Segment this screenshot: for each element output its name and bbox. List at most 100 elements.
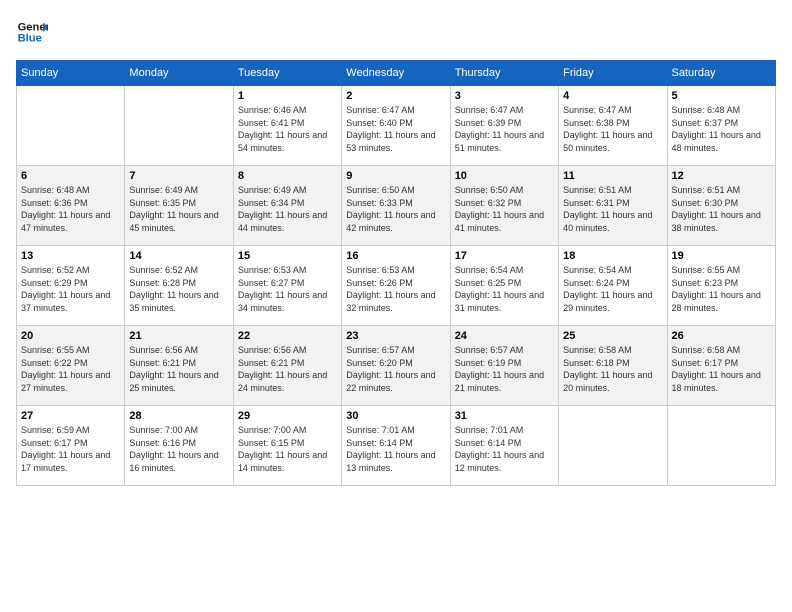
logo: General Blue — [16, 16, 48, 48]
day-number: 30 — [346, 410, 445, 422]
day-info: Sunrise: 6:46 AM Sunset: 6:41 PM Dayligh… — [238, 104, 337, 154]
day-number: 20 — [21, 330, 120, 342]
day-number: 28 — [129, 410, 228, 422]
weekday-header-row: SundayMondayTuesdayWednesdayThursdayFrid… — [17, 61, 776, 86]
calendar-day-cell — [667, 406, 775, 486]
day-info: Sunrise: 7:01 AM Sunset: 6:14 PM Dayligh… — [346, 424, 445, 474]
calendar-day-cell: 3Sunrise: 6:47 AM Sunset: 6:39 PM Daylig… — [450, 86, 558, 166]
day-info: Sunrise: 6:58 AM Sunset: 6:17 PM Dayligh… — [672, 344, 771, 394]
day-number: 25 — [563, 330, 662, 342]
day-info: Sunrise: 6:58 AM Sunset: 6:18 PM Dayligh… — [563, 344, 662, 394]
day-number: 29 — [238, 410, 337, 422]
calendar-week-row: 6 Sunrise: 6:48 AM Sunset: 6:36 PM Daylig… — [17, 166, 776, 246]
calendar-day-cell: 29 Sunrise: 7:00 AM Sunset: 6:15 PM Dayli… — [233, 406, 341, 486]
calendar-day-cell: 25 Sunrise: 6:58 AM Sunset: 6:18 PM Dayli… — [559, 326, 667, 406]
day-info: Sunrise: 6:49 AM Sunset: 6:34 PM Dayligh… — [238, 184, 337, 234]
calendar-day-cell — [125, 86, 233, 166]
calendar-day-cell: 17 Sunrise: 6:54 AM Sunset: 6:25 PM Dayli… — [450, 246, 558, 326]
calendar-day-cell: 15 Sunrise: 6:53 AM Sunset: 6:27 PM Dayli… — [233, 246, 341, 326]
calendar-day-cell: 7Sunrise: 6:49 AM Sunset: 6:35 PM Daylig… — [125, 166, 233, 246]
calendar-week-row: 27 Sunrise: 6:59 AM Sunset: 6:17 PM Dayli… — [17, 406, 776, 486]
calendar-day-cell — [559, 406, 667, 486]
weekday-header-cell: Wednesday — [342, 61, 450, 86]
calendar-day-cell: 23Sunrise: 6:57 AM Sunset: 6:20 PM Dayli… — [342, 326, 450, 406]
day-number: 4 — [563, 90, 662, 102]
day-info: Sunrise: 6:50 AM Sunset: 6:32 PM Dayligh… — [455, 184, 554, 234]
day-info: Sunrise: 7:00 AM Sunset: 6:16 PM Dayligh… — [129, 424, 228, 474]
calendar-week-row: 13 Sunrise: 6:52 AM Sunset: 6:29 PM Dayli… — [17, 246, 776, 326]
day-info: Sunrise: 6:56 AM Sunset: 6:21 PM Dayligh… — [238, 344, 337, 394]
weekday-header-cell: Thursday — [450, 61, 558, 86]
calendar-body: 1 Sunrise: 6:46 AM Sunset: 6:41 PM Daylig… — [17, 86, 776, 486]
day-number: 1 — [238, 90, 337, 102]
day-number: 9 — [346, 170, 445, 182]
day-info: Sunrise: 7:01 AM Sunset: 6:14 PM Dayligh… — [455, 424, 554, 474]
calendar-day-cell: 20Sunrise: 6:55 AM Sunset: 6:22 PM Dayli… — [17, 326, 125, 406]
calendar-day-cell: 16 Sunrise: 6:53 AM Sunset: 6:26 PM Dayli… — [342, 246, 450, 326]
day-info: Sunrise: 6:53 AM Sunset: 6:27 PM Dayligh… — [238, 264, 337, 314]
calendar-day-cell: 10 Sunrise: 6:50 AM Sunset: 6:32 PM Dayli… — [450, 166, 558, 246]
day-info: Sunrise: 6:54 AM Sunset: 6:24 PM Dayligh… — [563, 264, 662, 314]
day-info: Sunrise: 6:51 AM Sunset: 6:31 PM Dayligh… — [563, 184, 662, 234]
day-info: Sunrise: 6:57 AM Sunset: 6:19 PM Dayligh… — [455, 344, 554, 394]
calendar-day-cell: 6 Sunrise: 6:48 AM Sunset: 6:36 PM Daylig… — [17, 166, 125, 246]
day-info: Sunrise: 7:00 AM Sunset: 6:15 PM Dayligh… — [238, 424, 337, 474]
day-number: 2 — [346, 90, 445, 102]
day-number: 24 — [455, 330, 554, 342]
weekday-header-cell: Saturday — [667, 61, 775, 86]
day-number: 5 — [672, 90, 771, 102]
calendar-day-cell: 24 Sunrise: 6:57 AM Sunset: 6:19 PM Dayli… — [450, 326, 558, 406]
day-number: 16 — [346, 250, 445, 262]
day-number: 13 — [21, 250, 120, 262]
calendar-day-cell: 8 Sunrise: 6:49 AM Sunset: 6:34 PM Daylig… — [233, 166, 341, 246]
calendar-day-cell: 5 Sunrise: 6:48 AM Sunset: 6:37 PM Daylig… — [667, 86, 775, 166]
page-header: General Blue — [16, 16, 776, 48]
weekday-header-cell: Tuesday — [233, 61, 341, 86]
day-number: 15 — [238, 250, 337, 262]
calendar-day-cell: 26 Sunrise: 6:58 AM Sunset: 6:17 PM Dayli… — [667, 326, 775, 406]
day-number: 19 — [672, 250, 771, 262]
day-info: Sunrise: 6:55 AM Sunset: 6:23 PM Dayligh… — [672, 264, 771, 314]
calendar-week-row: 1 Sunrise: 6:46 AM Sunset: 6:41 PM Daylig… — [17, 86, 776, 166]
weekday-header-cell: Sunday — [17, 61, 125, 86]
logo-icon: General Blue — [16, 16, 48, 48]
day-number: 6 — [21, 170, 120, 182]
day-number: 21 — [129, 330, 228, 342]
day-number: 27 — [21, 410, 120, 422]
day-info: Sunrise: 6:52 AM Sunset: 6:28 PM Dayligh… — [129, 264, 228, 314]
calendar-day-cell: 21Sunrise: 6:56 AM Sunset: 6:21 PM Dayli… — [125, 326, 233, 406]
calendar-day-cell: 12Sunrise: 6:51 AM Sunset: 6:30 PM Dayli… — [667, 166, 775, 246]
calendar-day-cell: 4 Sunrise: 6:47 AM Sunset: 6:38 PM Daylig… — [559, 86, 667, 166]
day-number: 14 — [129, 250, 228, 262]
day-number: 23 — [346, 330, 445, 342]
day-number: 8 — [238, 170, 337, 182]
day-info: Sunrise: 6:52 AM Sunset: 6:29 PM Dayligh… — [21, 264, 120, 314]
day-info: Sunrise: 6:47 AM Sunset: 6:38 PM Dayligh… — [563, 104, 662, 154]
day-info: Sunrise: 6:54 AM Sunset: 6:25 PM Dayligh… — [455, 264, 554, 314]
day-number: 10 — [455, 170, 554, 182]
calendar-day-cell: 11 Sunrise: 6:51 AM Sunset: 6:31 PM Dayli… — [559, 166, 667, 246]
calendar-day-cell — [17, 86, 125, 166]
calendar-week-row: 20Sunrise: 6:55 AM Sunset: 6:22 PM Dayli… — [17, 326, 776, 406]
calendar-day-cell: 2 Sunrise: 6:47 AM Sunset: 6:40 PM Daylig… — [342, 86, 450, 166]
day-info: Sunrise: 6:48 AM Sunset: 6:36 PM Dayligh… — [21, 184, 120, 234]
calendar-day-cell: 13 Sunrise: 6:52 AM Sunset: 6:29 PM Dayli… — [17, 246, 125, 326]
day-info: Sunrise: 6:50 AM Sunset: 6:33 PM Dayligh… — [346, 184, 445, 234]
calendar-day-cell: 14 Sunrise: 6:52 AM Sunset: 6:28 PM Dayli… — [125, 246, 233, 326]
calendar-day-cell: 1 Sunrise: 6:46 AM Sunset: 6:41 PM Daylig… — [233, 86, 341, 166]
day-number: 17 — [455, 250, 554, 262]
weekday-header-cell: Monday — [125, 61, 233, 86]
day-info: Sunrise: 6:53 AM Sunset: 6:26 PM Dayligh… — [346, 264, 445, 314]
day-info: Sunrise: 6:49 AM Sunset: 6:35 PM Dayligh… — [129, 184, 228, 234]
day-info: Sunrise: 6:47 AM Sunset: 6:40 PM Dayligh… — [346, 104, 445, 154]
calendar-day-cell: 30 Sunrise: 7:01 AM Sunset: 6:14 PM Dayli… — [342, 406, 450, 486]
day-number: 18 — [563, 250, 662, 262]
day-info: Sunrise: 6:59 AM Sunset: 6:17 PM Dayligh… — [21, 424, 120, 474]
day-number: 26 — [672, 330, 771, 342]
calendar-day-cell: 27 Sunrise: 6:59 AM Sunset: 6:17 PM Dayli… — [17, 406, 125, 486]
day-number: 22 — [238, 330, 337, 342]
day-info: Sunrise: 6:48 AM Sunset: 6:37 PM Dayligh… — [672, 104, 771, 154]
day-number: 11 — [563, 170, 662, 182]
day-info: Sunrise: 6:51 AM Sunset: 6:30 PM Dayligh… — [672, 184, 771, 234]
svg-text:Blue: Blue — [18, 33, 42, 45]
